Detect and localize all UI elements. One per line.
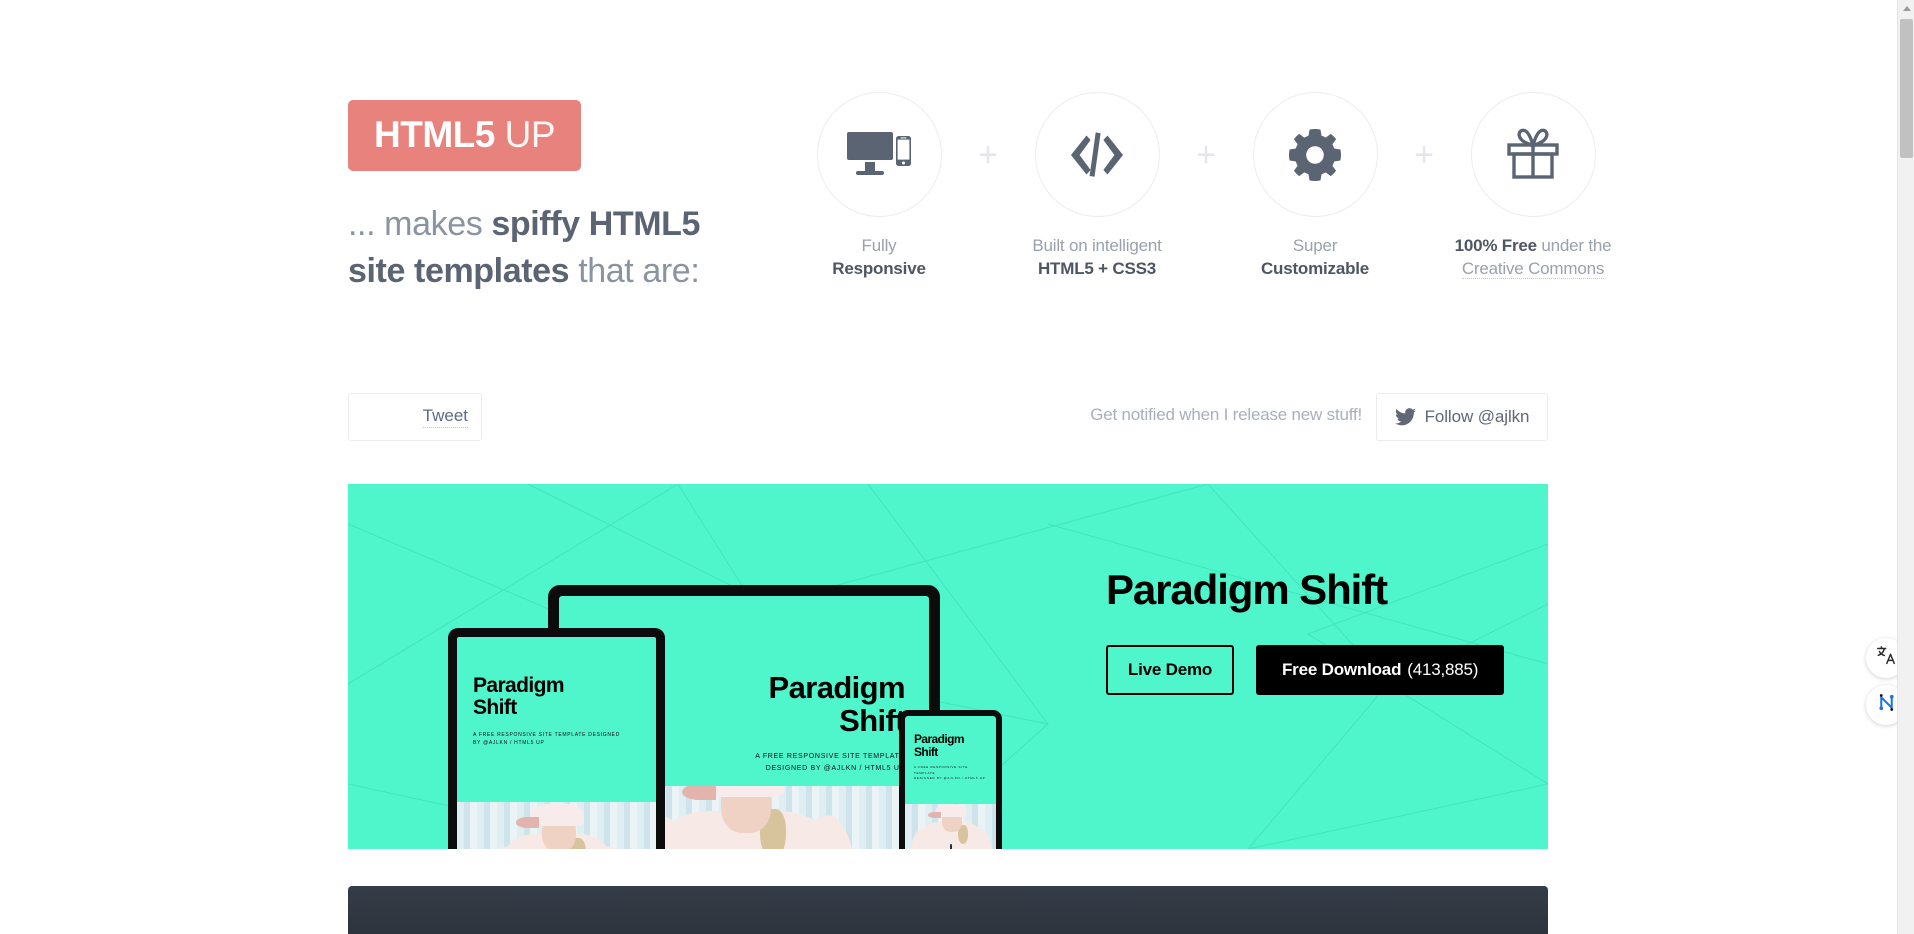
tagline: ... makes spiffy HTML5 site templates th…	[348, 201, 768, 295]
logo-light: UP	[494, 114, 556, 155]
plus-separator-1: +	[978, 135, 998, 174]
feature-label-bottom: HTML5 + CSS3	[1037, 258, 1157, 278]
twitter-bird-icon	[1394, 408, 1416, 426]
phone-screen-subtitle: A FREE RESPONSIVE SITE TEMPLATE DESIGNED…	[914, 765, 990, 781]
sub-line-1: A FREE RESPONSIVE SITE TEMPLATE DESIGNED	[473, 731, 621, 738]
devices-icon	[847, 130, 911, 180]
tagline-line1-bold: spiffy HTML5	[491, 205, 701, 243]
tweet-label: Tweet	[422, 406, 468, 428]
phone-screen-body: Paradigm Shift A FREE RESPONSIVE SITE TEM…	[914, 733, 990, 781]
tagline-line2-bold: site templates	[348, 251, 570, 290]
content-column: HTML5 UP ... makes spiffy HTML5 site tem…	[348, 0, 1612, 934]
feature-label-bottom: Customizable	[1260, 258, 1370, 278]
showcase-title: Paradigm Shift	[1106, 566, 1388, 613]
logo-strong: HTML5	[374, 114, 495, 155]
tablet-screen-subtitle: A FREE RESPONSIVE SITE TEMPLATE DESIGNED…	[473, 731, 643, 749]
scrollbar-thumb[interactable]	[1900, 19, 1913, 158]
feature-free-cc: 100% Free under the Creative Commons	[1454, 92, 1612, 281]
intro-section: HTML5 UP ... makes spiffy HTML5 site tem…	[348, 0, 1612, 330]
translate-icon	[1876, 645, 1897, 671]
feature-customizable: Super Customizable	[1236, 92, 1394, 281]
ai-network-icon	[1876, 692, 1897, 718]
phone-screen-title: Paradigm Shift	[914, 732, 964, 759]
gift-icon	[1505, 127, 1561, 183]
dark-panel	[348, 886, 1548, 934]
download-count: (413,885)	[1407, 660, 1479, 679]
feature-circle	[1252, 92, 1378, 217]
feature-label-top: Built on intelligent	[1032, 236, 1162, 255]
feature-label-top-bold: 100% Free	[1454, 236, 1538, 255]
model-figure	[477, 802, 636, 849]
feature-label-top-rest: under the	[1536, 236, 1612, 255]
tablet-screen-photo	[457, 802, 656, 849]
tablet-screen-body: Paradigm Shift A FREE RESPONSIVE SITE TEM…	[473, 674, 643, 749]
model-cap-brim	[515, 817, 539, 828]
showcase-panel: Paradigm Shift A FREE RESPONSIVE SITE TEM…	[348, 484, 1548, 849]
plus-separator-3: +	[1414, 135, 1434, 174]
feature-label: Built on intelligent HTML5 + CSS3	[1018, 235, 1176, 281]
device-phone: Paradigm Shift A FREE RESPONSIVE SITE TEM…	[899, 710, 1002, 849]
tagline-line2-post: that are:	[569, 251, 700, 290]
notify-text: Get notified when I release new stuff!	[1090, 405, 1362, 424]
feature-label: 100% Free under the Creative Commons	[1454, 235, 1612, 281]
feature-label-top: Super	[1292, 236, 1338, 255]
sub-line-1: A FREE RESPONSIVE SITE TEMPLATE	[755, 752, 905, 760]
creative-commons-link[interactable]: Creative Commons	[1461, 258, 1604, 279]
features-row: Fully Responsive + Built on intelligent …	[800, 92, 1612, 281]
plus-separator-2: +	[1196, 135, 1216, 174]
sub-line-2: BY @AJLKN / HTML5 UP	[473, 740, 545, 747]
free-download-button[interactable]: Free Download (413,885)	[1256, 645, 1505, 695]
sub-line-2: DESIGNED BY @AJLKN / HTML5 UP	[914, 775, 986, 780]
feature-circle	[816, 92, 942, 217]
scroll-up-arrow-icon[interactable]	[1898, 0, 1914, 17]
feature-circle	[1034, 92, 1160, 217]
intro-left: HTML5 UP ... makes spiffy HTML5 site tem…	[348, 100, 768, 295]
follow-label: Follow @ajlkn	[1424, 407, 1530, 426]
model-cap-brim	[927, 812, 941, 818]
model-cap-brim	[682, 786, 716, 800]
live-demo-button[interactable]: Live Demo	[1106, 645, 1234, 695]
model-cap	[704, 786, 784, 797]
feature-label-bottom: Responsive	[832, 258, 926, 278]
download-label: Free Download	[1282, 660, 1402, 679]
feature-responsive: Fully Responsive	[800, 92, 958, 281]
device-tablet-screen: Paradigm Shift A FREE RESPONSIVE SITE TEM…	[457, 637, 656, 849]
vertical-scrollbar[interactable]	[1897, 0, 1914, 934]
follow-button[interactable]: Follow @ajlkn	[1376, 393, 1548, 441]
feature-html5css3: Built on intelligent HTML5 + CSS3	[1018, 92, 1176, 281]
device-tablet: Paradigm Shift A FREE RESPONSIVE SITE TEM…	[448, 628, 665, 849]
phone-screen-photo	[905, 804, 996, 849]
html5up-logo-badge[interactable]: HTML5 UP	[348, 100, 582, 171]
tagline-line1-pre: ... makes	[348, 205, 492, 243]
feature-label-top: Fully	[861, 236, 897, 255]
sub-line-2: DESIGNED BY @AJLKN / HTML5 UP	[765, 764, 905, 772]
tablet-screen-title: Paradigm Shift	[473, 674, 565, 720]
feature-label: Super Customizable	[1236, 235, 1394, 281]
feature-circle	[1470, 92, 1596, 217]
tweet-button[interactable]: Tweet	[348, 393, 482, 441]
device-phone-screen: Paradigm Shift A FREE RESPONSIVE SITE TEM…	[905, 716, 996, 849]
feature-label: Fully Responsive	[800, 235, 958, 281]
gear-icon	[1289, 128, 1341, 181]
showcase-buttons: Live Demo Free Download (413,885)	[1106, 645, 1536, 695]
social-row: Tweet Get notified when I release new st…	[348, 393, 1548, 453]
showcase-info: Paradigm Shift Live Demo Free Download (4…	[1106, 569, 1536, 695]
device-mockups: Paradigm Shift A FREE RESPONSIVE SITE TEM…	[348, 484, 1108, 849]
page-root: HTML5 UP ... makes spiffy HTML5 site tem…	[0, 0, 1914, 934]
model-figure	[905, 804, 996, 849]
sub-line-1: A FREE RESPONSIVE SITE TEMPLATE	[914, 765, 968, 775]
model-hoodie-cord	[949, 844, 952, 849]
code-icon	[1067, 131, 1127, 179]
